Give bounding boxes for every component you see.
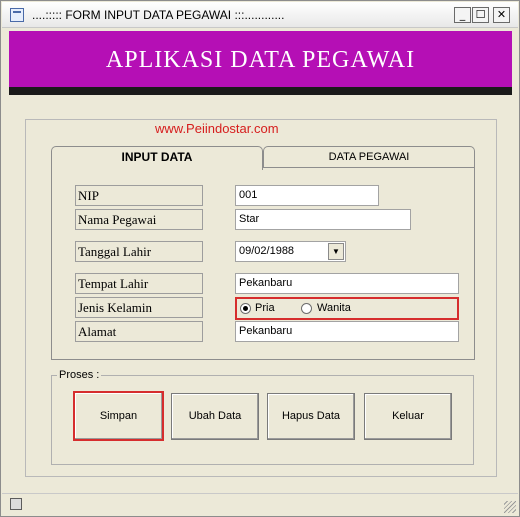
status-bar	[2, 493, 518, 515]
tab-data-pegawai[interactable]: DATA PEGAWAI	[263, 146, 475, 168]
tab-input-data[interactable]: INPUT DATA	[51, 146, 263, 170]
jenis-label: Jenis Kelamin	[75, 297, 203, 318]
nama-field[interactable]: Star	[235, 209, 411, 230]
keluar-button[interactable]: Keluar	[364, 393, 452, 440]
ubah-data-button[interactable]: Ubah Data	[171, 393, 259, 440]
banner-title: APLIKASI DATA PEGAWAI	[105, 47, 416, 73]
nip-label: NIP	[75, 185, 203, 206]
app-banner: APLIKASI DATA PEGAWAI	[9, 31, 512, 87]
tanggal-label: Tanggal Lahir	[75, 241, 203, 262]
nip-field[interactable]: 001	[235, 185, 379, 206]
radio-wanita[interactable]	[301, 303, 312, 314]
hapus-data-button[interactable]: Hapus Data	[267, 393, 355, 440]
alamat-field[interactable]: Pekanbaru	[235, 321, 459, 342]
proses-label: Proses :	[57, 369, 102, 381]
radio-wanita-label: Wanita	[317, 302, 351, 314]
nama-label: Nama Pegawai	[75, 209, 203, 230]
tanggal-value: 09/02/1988	[239, 245, 295, 257]
tempat-label: Tempat Lahir	[75, 273, 203, 294]
radio-pria-label: Pria	[255, 302, 275, 314]
tanggal-select[interactable]: 09/02/1988 ▼	[235, 241, 346, 262]
simpan-button[interactable]: Simpan	[73, 391, 164, 441]
close-button[interactable]: ✕	[493, 7, 510, 23]
banner-divider	[9, 87, 512, 95]
tempat-field[interactable]: Pekanbaru	[235, 273, 459, 294]
jenis-kelamin-group: Pria Wanita	[235, 297, 459, 320]
resize-grip[interactable]	[504, 501, 516, 513]
app-window: ....::::: FORM INPUT DATA PEGAWAI :::...…	[0, 0, 520, 517]
window-title: ....::::: FORM INPUT DATA PEGAWAI :::...…	[32, 8, 285, 22]
app-icon	[10, 8, 24, 22]
alamat-label: Alamat	[75, 321, 203, 342]
maximize-button[interactable]: ☐	[472, 7, 489, 23]
radio-pria[interactable]	[240, 303, 251, 314]
status-icon	[10, 498, 22, 510]
title-bar[interactable]: ....::::: FORM INPUT DATA PEGAWAI :::...…	[2, 2, 518, 28]
chevron-down-icon[interactable]: ▼	[328, 243, 344, 260]
minimize-button[interactable]: _	[454, 7, 471, 23]
watermark-text: www.Peiindostar.com	[155, 121, 279, 136]
